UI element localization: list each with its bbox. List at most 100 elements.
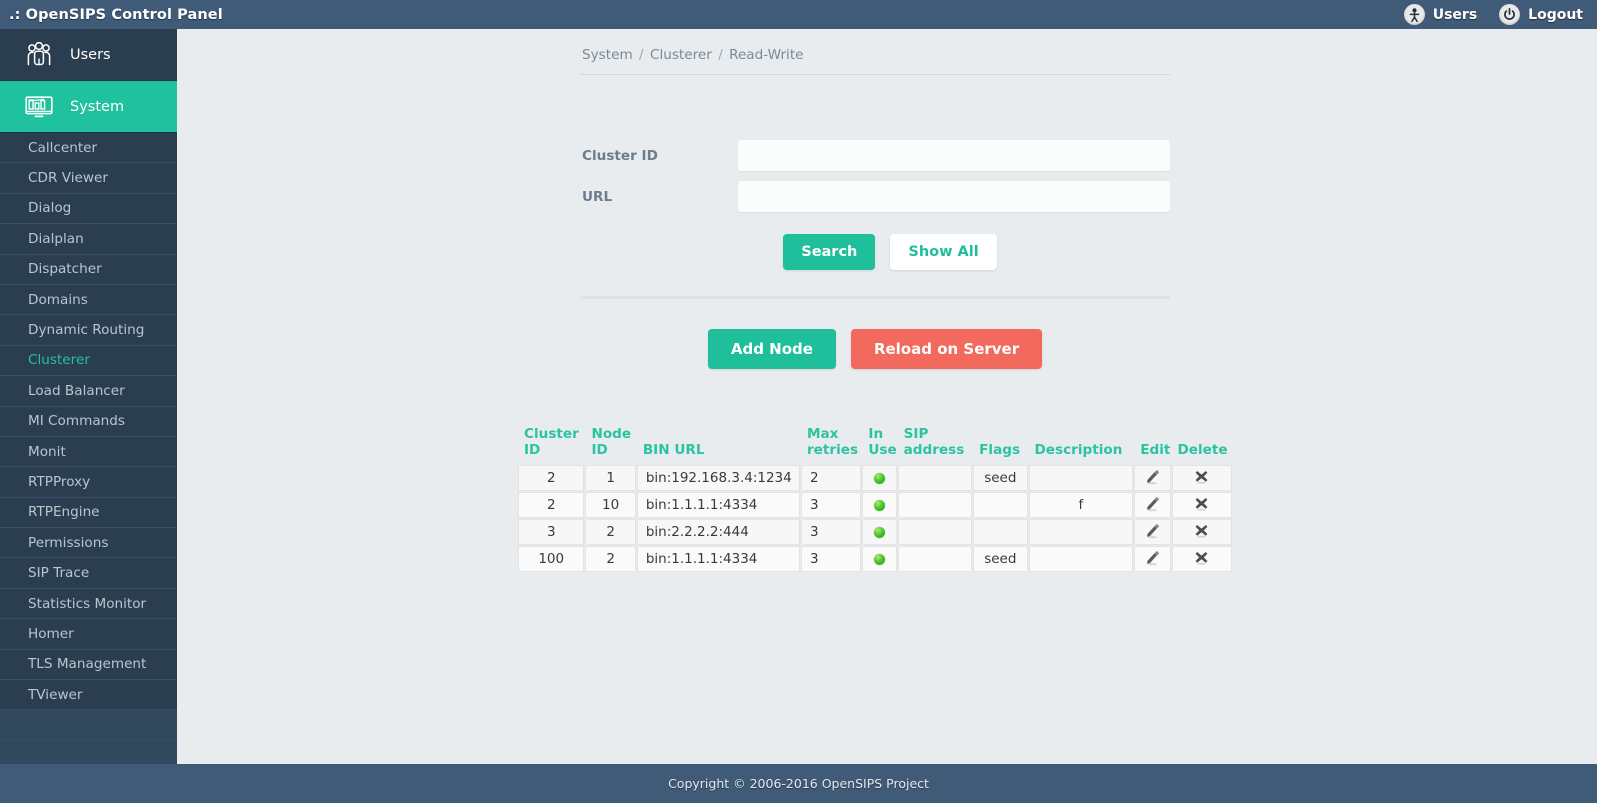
sidebar-item-dynamic-routing[interactable]: Dynamic Routing <box>0 315 177 346</box>
status-led-icon <box>874 499 885 511</box>
main-content: System / Clusterer / Read-Write Cluster … <box>177 29 1597 764</box>
cell-cluster-id: 100 <box>518 546 585 573</box>
top-header-bar: .: OpenSIPS Control Panel Users Logout <box>0 0 1597 29</box>
app-title: .: OpenSIPS Control Panel <box>9 6 223 23</box>
system-monitor-icon <box>22 92 56 122</box>
show-all-button[interactable]: Show All <box>890 234 997 270</box>
cell-max-retries: 3 <box>800 546 862 573</box>
sidebar-item-load-balancer[interactable]: Load Balancer <box>0 376 177 407</box>
sidebar-item-sip-trace[interactable]: SIP Trace <box>0 558 177 589</box>
cell-in-use <box>862 465 897 492</box>
sidebar-item-label: Dynamic Routing <box>28 322 145 339</box>
sidebar-item-mi-commands[interactable]: MI Commands <box>0 407 177 437</box>
sidebar: Users System Callcenter CDR Viewer Dialo… <box>0 29 177 772</box>
sidebar-item-monit[interactable]: Monit <box>0 437 177 468</box>
sidebar-primary-system-label: System <box>70 98 125 115</box>
header-users-link[interactable]: Users <box>1403 4 1478 25</box>
clusterer-panel: System / Clusterer / Read-Write Cluster … <box>580 29 1170 369</box>
cell-flags: seed <box>973 546 1028 573</box>
application-window: .: OpenSIPS Control Panel Users Logout U… <box>0 0 1597 803</box>
pencil-icon <box>1146 550 1159 565</box>
table-row: 2 10 bin:1.1.1.1:4334 3 f <box>518 492 1232 519</box>
cell-in-use <box>862 519 897 546</box>
cell-sip-address <box>897 519 973 546</box>
sidebar-item-dialplan[interactable]: Dialplan <box>0 224 177 255</box>
sidebar-item-cdr-viewer[interactable]: CDR Viewer <box>0 163 177 194</box>
cluster-id-label: Cluster ID <box>582 147 658 164</box>
url-input[interactable] <box>738 181 1170 212</box>
sidebar-item-domains[interactable]: Domains <box>0 285 177 316</box>
table-body: 2 1 bin:192.168.3.4:1234 2 seed 2 10 bin… <box>518 465 1232 573</box>
table-row: 2 1 bin:192.168.3.4:1234 2 seed <box>518 465 1232 492</box>
edit-button[interactable] <box>1134 546 1171 573</box>
edit-button[interactable] <box>1134 465 1171 492</box>
breadcrumb-separator: / <box>718 47 723 63</box>
sidebar-item-clusterer[interactable]: Clusterer <box>0 346 177 377</box>
sidebar-item-rtpproxy[interactable]: RTPProxy <box>0 467 177 498</box>
form-row-url: URL <box>580 181 1170 212</box>
clusterer-table-container: Cluster ID Node ID BIN URL Max retries I… <box>517 425 1233 573</box>
sidebar-item-permissions[interactable]: Permissions <box>0 528 177 559</box>
cell-node-id: 2 <box>585 546 636 573</box>
clusterer-table: Cluster ID Node ID BIN URL Max retries I… <box>517 425 1233 573</box>
pencil-icon <box>1146 469 1159 484</box>
sidebar-item-rtpengine[interactable]: RTPEngine <box>0 498 177 529</box>
cross-icon <box>1195 551 1208 565</box>
sidebar-item-label: Monit <box>28 443 66 460</box>
cluster-id-input[interactable] <box>738 140 1170 171</box>
cell-description: f <box>1028 492 1134 519</box>
sidebar-primary-system[interactable]: System <box>0 81 177 133</box>
sidebar-item-label: RTPEngine <box>28 504 100 521</box>
column-header-sip-address: SIP address <box>903 426 965 459</box>
column-header-node-id: Node ID <box>591 426 632 459</box>
power-icon <box>1499 4 1521 25</box>
sidebar-primary-users[interactable]: Users <box>0 29 177 81</box>
sidebar-item-tls-management[interactable]: TLS Management <box>0 650 177 681</box>
search-button[interactable]: Search <box>783 234 876 270</box>
breadcrumb-part-read-write[interactable]: Read-Write <box>729 47 803 63</box>
edit-button[interactable] <box>1134 519 1171 546</box>
sidebar-filler-1 <box>0 710 177 741</box>
sidebar-item-dialog[interactable]: Dialog <box>0 194 177 225</box>
add-node-button[interactable]: Add Node <box>707 329 836 369</box>
cell-max-retries: 3 <box>800 519 862 546</box>
breadcrumb-divider <box>580 74 1170 75</box>
sidebar-item-label: TLS Management <box>28 656 147 673</box>
cell-flags <box>973 492 1028 519</box>
column-header-edit: Edit <box>1140 442 1171 459</box>
breadcrumb-part-system[interactable]: System <box>582 47 633 63</box>
sidebar-item-callcenter[interactable]: Callcenter <box>0 133 177 164</box>
header-actions: Users Logout <box>1403 4 1597 25</box>
status-led-icon <box>874 472 885 484</box>
edit-button[interactable] <box>1134 492 1171 519</box>
delete-button[interactable] <box>1171 546 1232 573</box>
reload-on-server-button[interactable]: Reload on Server <box>850 329 1043 369</box>
cell-bin-url: bin:1.1.1.1:4334 <box>636 546 800 573</box>
cell-sip-address <box>897 546 973 573</box>
table-row: 100 2 bin:1.1.1.1:4334 3 seed <box>518 546 1232 573</box>
header-users-label: Users <box>1432 6 1478 23</box>
copyright-text: Copyright © 2006-2016 OpenSIPS Project <box>668 776 929 791</box>
table-row: 3 2 bin:2.2.2.2:444 3 <box>518 519 1232 546</box>
sidebar-item-label: Dispatcher <box>28 261 102 278</box>
sidebar-item-dispatcher[interactable]: Dispatcher <box>0 255 177 285</box>
header-logout-label: Logout <box>1528 6 1583 23</box>
cross-icon <box>1195 470 1208 484</box>
sidebar-item-label: Statistics Monitor <box>28 595 147 612</box>
sidebar-primary-users-label: Users <box>70 46 111 63</box>
header-logout-link[interactable]: Logout <box>1499 4 1583 25</box>
cell-sip-address <box>897 465 973 492</box>
cell-bin-url: bin:192.168.3.4:1234 <box>636 465 800 492</box>
delete-button[interactable] <box>1171 492 1232 519</box>
sidebar-item-tviewer[interactable]: TViewer <box>0 680 177 711</box>
sidebar-item-label: MI Commands <box>28 413 126 430</box>
cell-node-id: 2 <box>585 519 636 546</box>
breadcrumb-part-clusterer[interactable]: Clusterer <box>650 47 712 63</box>
cell-node-id: 1 <box>585 465 636 492</box>
sidebar-item-statistics-monitor[interactable]: Statistics Monitor <box>0 589 177 620</box>
sidebar-item-homer[interactable]: Homer <box>0 619 177 650</box>
cross-icon <box>1195 497 1208 511</box>
url-label: URL <box>582 188 613 205</box>
delete-button[interactable] <box>1171 519 1232 546</box>
delete-button[interactable] <box>1171 465 1232 492</box>
